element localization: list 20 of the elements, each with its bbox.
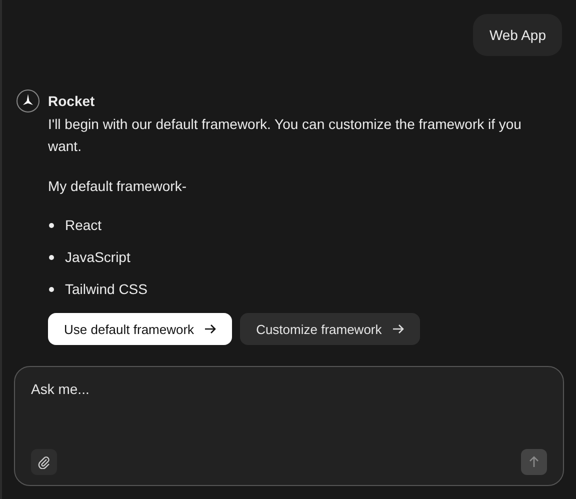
arrow-up-icon [528, 456, 540, 468]
message-paragraph: My default framework- [48, 177, 188, 196]
message-paragraph: I'll begin with our default framework. You can customize the framework if you want. [48, 115, 522, 156]
list-item: React [65, 217, 102, 233]
attach-button[interactable] [31, 449, 57, 475]
message-composer[interactable]: Ask me... [14, 366, 564, 486]
message-input[interactable]: Ask me... [31, 381, 547, 449]
action-button[interactable]: Use default framework [48, 313, 232, 345]
paperclip-icon [37, 455, 51, 469]
user-message: Web App [473, 14, 562, 56]
rocket-logo-icon [16, 89, 40, 113]
arrow-right-icon [392, 324, 404, 334]
bullet-icon [49, 254, 54, 260]
list-item: JavaScript [65, 249, 130, 265]
action-button[interactable]: Customize framework [240, 313, 420, 345]
assistant-name: Rocket [48, 93, 96, 109]
bullet-icon [49, 286, 54, 292]
arrow-right-icon [204, 324, 216, 334]
list-item: Tailwind CSS [65, 281, 148, 297]
bullet-icon [49, 222, 54, 228]
